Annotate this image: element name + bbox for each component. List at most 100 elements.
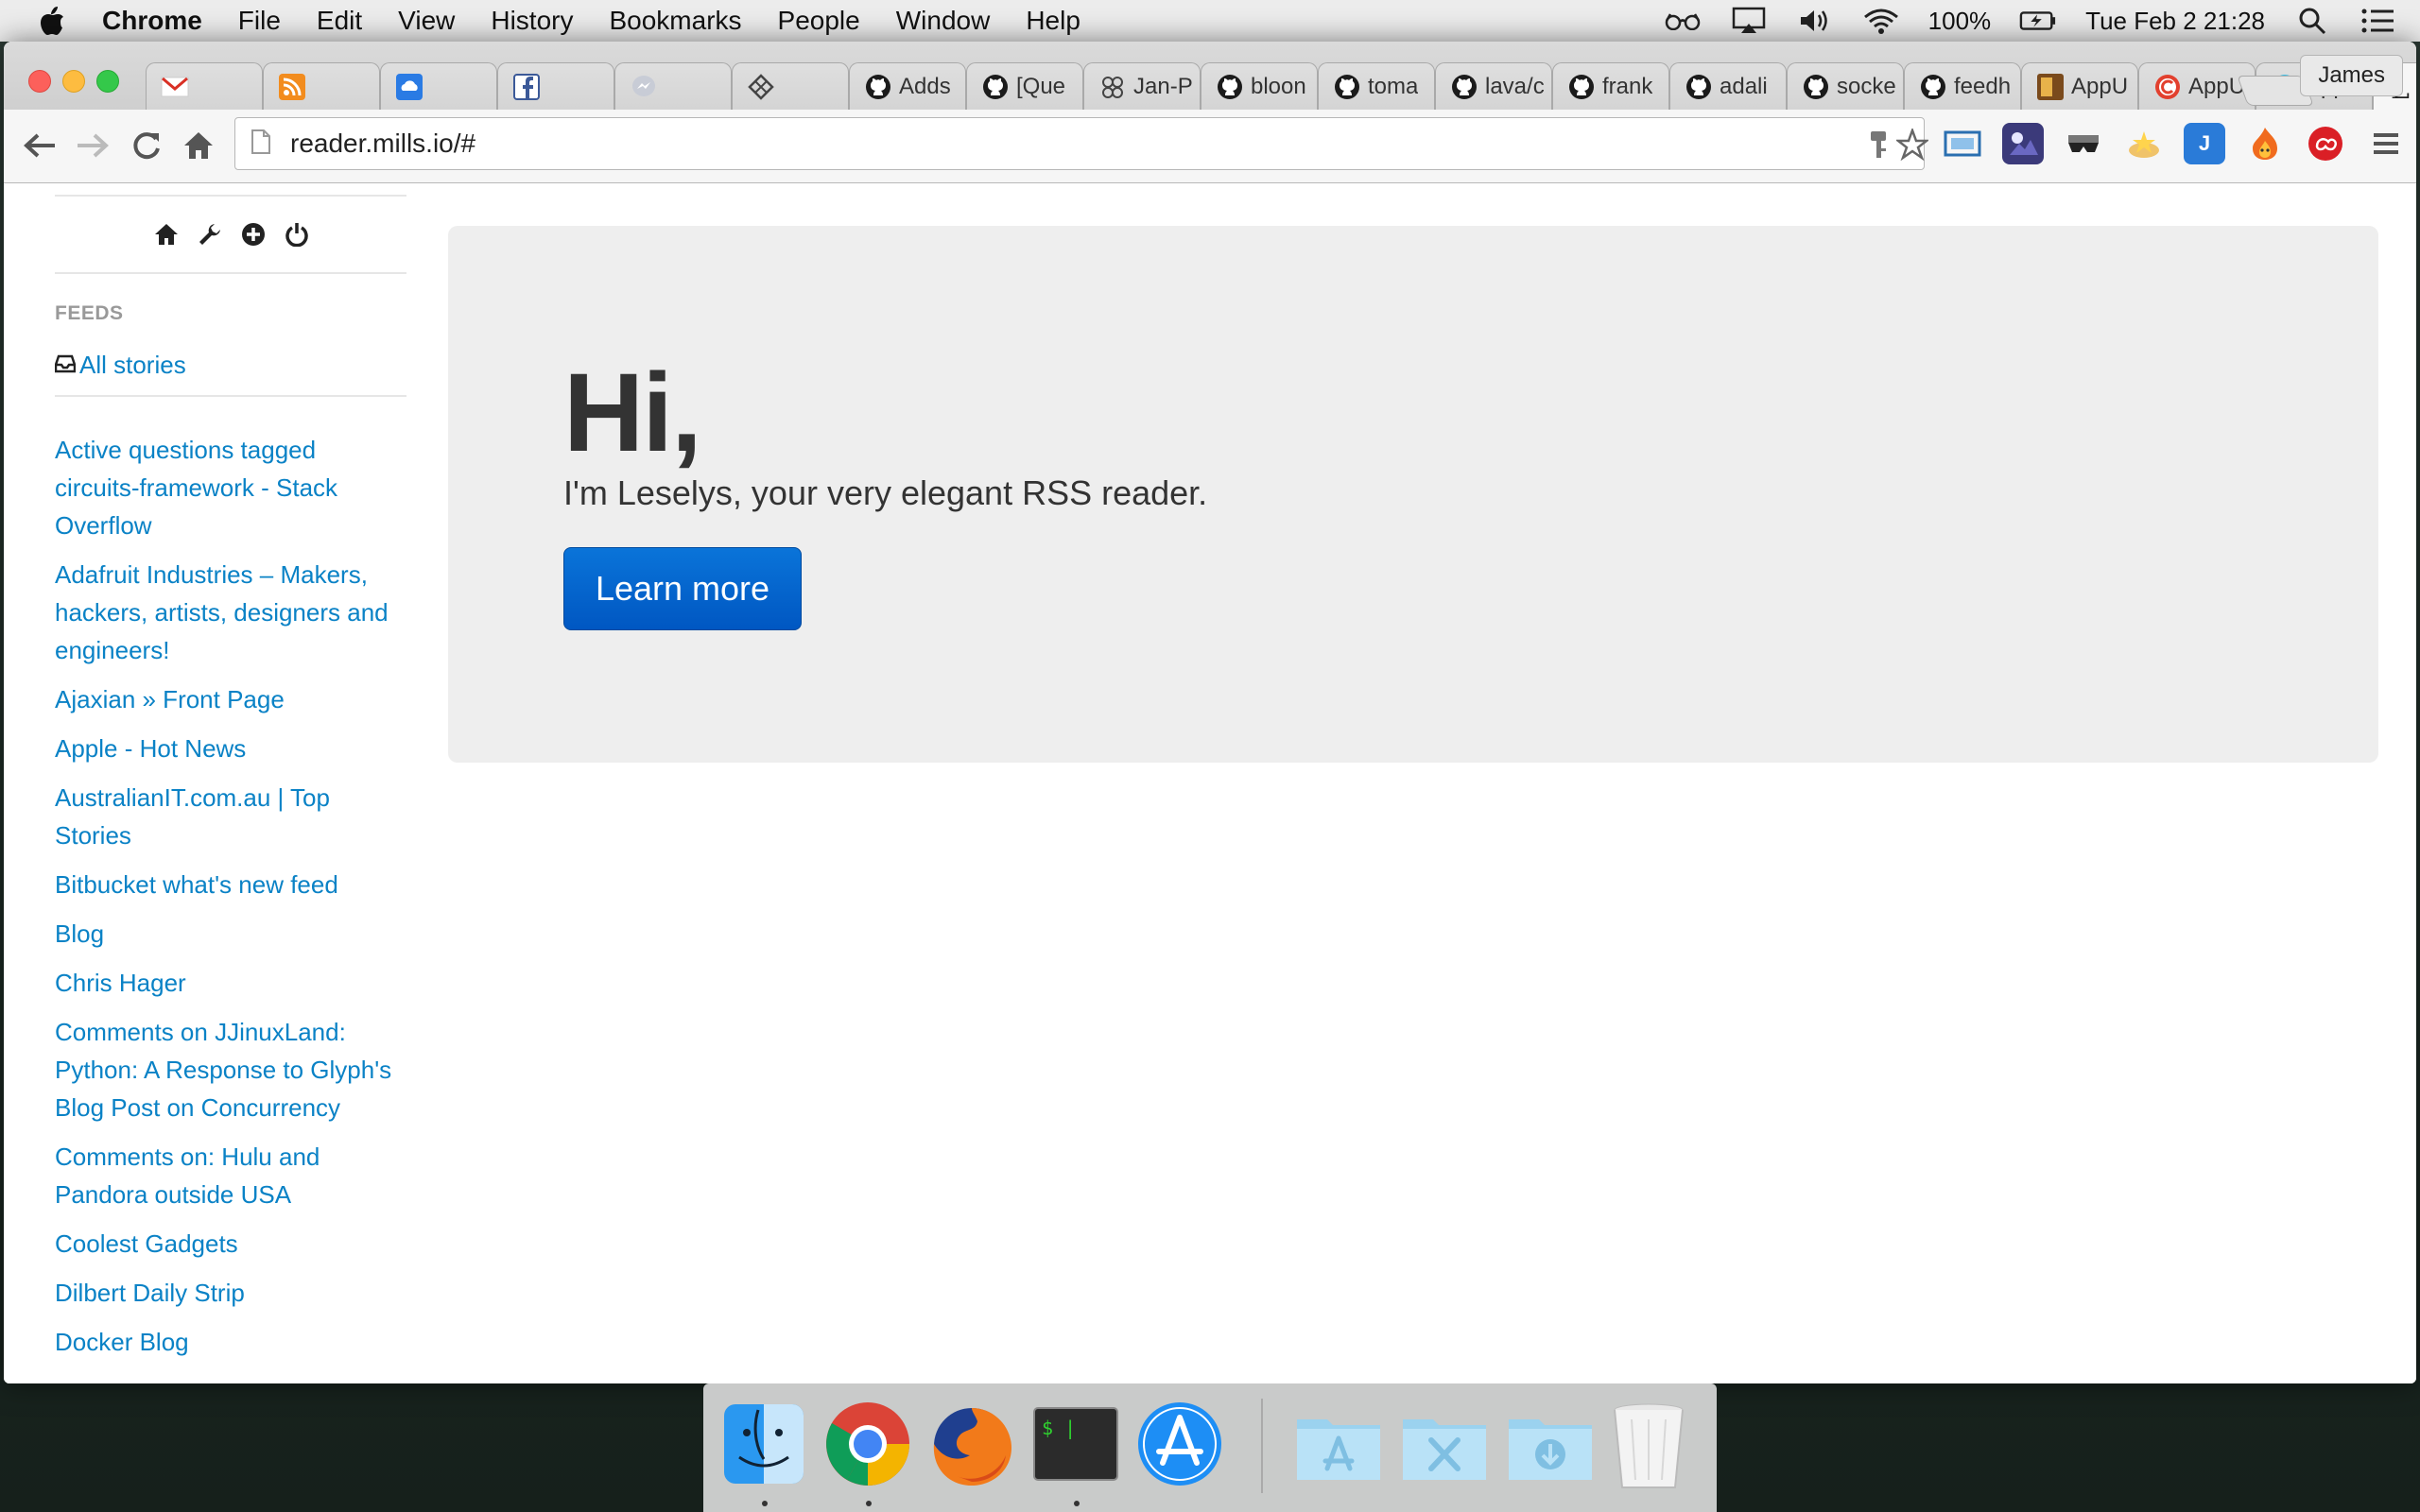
bookmarks-menu[interactable]: Bookmarks: [609, 6, 741, 36]
all-stories-link[interactable]: All stories: [55, 344, 408, 386]
screen-capture-extension-icon[interactable]: [1942, 123, 1983, 164]
feed-link[interactable]: Coolest Gadgets: [55, 1225, 406, 1263]
url-text[interactable]: reader.mills.io/#: [290, 129, 475, 159]
feed-link[interactable]: Apple - Hot News: [55, 730, 406, 767]
people-menu[interactable]: People: [778, 6, 860, 36]
tab[interactable]: AppU: [2021, 62, 2138, 110]
rss-icon: [277, 72, 307, 102]
chrome-icon[interactable]: [824, 1400, 911, 1487]
feed-link[interactable]: Chris Hager: [55, 964, 406, 1002]
tab[interactable]: toma: [1318, 62, 1435, 110]
hero-subtitle: I'm Leselys, your very elegant RSS reade…: [563, 473, 1208, 512]
address-bar[interactable]: reader.mills.io/#: [234, 117, 1928, 170]
all-stories-label[interactable]: All stories: [79, 351, 186, 380]
utilities-folder-icon[interactable]: [1399, 1400, 1486, 1487]
reload-icon[interactable]: [127, 127, 164, 164]
night-sky-extension-icon[interactable]: [2002, 123, 2044, 164]
tab[interactable]: frank: [1552, 62, 1669, 110]
tab[interactable]: [614, 62, 732, 110]
view-menu[interactable]: View: [398, 6, 455, 36]
notification-center-icon[interactable]: [2360, 7, 2397, 35]
tab[interactable]: [732, 62, 849, 110]
firefox-icon[interactable]: [928, 1400, 1015, 1487]
tab[interactable]: lava/c: [1435, 62, 1552, 110]
creative-cloud-extension-icon[interactable]: [2305, 123, 2346, 164]
starred-cloud-extension-icon[interactable]: [2123, 123, 2165, 164]
app-store-icon[interactable]: [1136, 1400, 1223, 1487]
learn-more-button[interactable]: Learn more: [563, 547, 802, 630]
wrench-icon[interactable]: [197, 221, 223, 248]
welcome-jumbotron: Hi, I'm Leselys, your very elegant RSS r…: [448, 226, 2378, 763]
key-icon[interactable]: [1861, 128, 1895, 162]
file-menu[interactable]: File: [238, 6, 281, 36]
trash-icon[interactable]: [1611, 1400, 1698, 1488]
power-icon[interactable]: [284, 221, 310, 248]
tab[interactable]: feedh: [1904, 62, 2021, 110]
zoom-window-button[interactable]: [96, 70, 119, 93]
feed-link[interactable]: Docker Blog: [55, 1323, 406, 1361]
feed-link[interactable]: Adafruit Industries – Makers, hackers, a…: [55, 556, 406, 669]
add-feed-icon[interactable]: [240, 221, 267, 248]
divider: [55, 272, 406, 274]
airplay-icon[interactable]: [1730, 7, 1768, 35]
tab[interactable]: Adds: [849, 62, 966, 110]
tab[interactable]: [Que: [966, 62, 1083, 110]
fire-extension-icon[interactable]: [2244, 123, 2286, 164]
wifi-icon[interactable]: [1862, 7, 1900, 35]
feed-link[interactable]: Dilbert Daily Strip: [55, 1274, 406, 1312]
tab[interactable]: adali: [1669, 62, 1787, 110]
home-icon[interactable]: [153, 221, 180, 248]
people-icon: [1098, 72, 1128, 102]
bookmark-star-icon[interactable]: [1895, 128, 1929, 162]
feed-link[interactable]: Ajaxian » Front Page: [55, 680, 406, 718]
applications-folder-icon[interactable]: [1293, 1400, 1380, 1487]
appu-red-icon: [2152, 72, 2183, 102]
forward-arrow-icon[interactable]: [74, 127, 112, 164]
finder-icon[interactable]: [720, 1400, 807, 1487]
tab[interactable]: [146, 62, 263, 110]
tab[interactable]: [380, 62, 497, 110]
divider: [55, 395, 406, 397]
tab[interactable]: AppU: [2138, 62, 2256, 110]
tab-title: socke: [1837, 73, 1896, 99]
chrome-menu-icon[interactable]: [2365, 123, 2407, 164]
mask-extension-icon[interactable]: [2063, 123, 2104, 164]
tab-title: toma: [1368, 73, 1419, 99]
tab[interactable]: [497, 62, 614, 110]
apple-menu-icon[interactable]: [38, 5, 66, 37]
app-menu[interactable]: Chrome: [102, 6, 202, 36]
feed-link[interactable]: Comments on: Hulu and Pandora outside US…: [55, 1138, 406, 1213]
battery-icon[interactable]: [2019, 7, 2057, 35]
tab[interactable]: Jan-P: [1083, 62, 1201, 110]
feed-link[interactable]: Blog: [55, 915, 406, 953]
downloads-folder-icon[interactable]: [1505, 1400, 1592, 1487]
tab-title: adali: [1720, 73, 1768, 99]
tab[interactable]: bloon: [1201, 62, 1318, 110]
feed-link[interactable]: Bitbucket what's new feed: [55, 866, 406, 903]
feed-link[interactable]: Active questions tagged circuits-framewo…: [55, 431, 406, 544]
help-menu[interactable]: Help: [1026, 6, 1080, 36]
running-indicator: [762, 1501, 768, 1506]
dock-separator: [1261, 1399, 1263, 1493]
tab[interactable]: socke: [1787, 62, 1904, 110]
back-arrow-icon[interactable]: [21, 127, 59, 164]
feed-link[interactable]: Comments on JJinuxLand: Python: A Respon…: [55, 1013, 406, 1126]
close-window-button[interactable]: [28, 70, 51, 93]
feed-link[interactable]: AustralianIT.com.au | Top Stories: [55, 779, 406, 854]
edit-menu[interactable]: Edit: [317, 6, 362, 36]
home-icon[interactable]: [180, 127, 217, 164]
terminal-icon[interactable]: $ |: [1032, 1400, 1119, 1487]
tab-title: bloon: [1251, 73, 1306, 99]
jsbin-extension-icon[interactable]: J: [2184, 123, 2225, 164]
volume-icon[interactable]: [1796, 7, 1834, 35]
window-menu[interactable]: Window: [896, 6, 991, 36]
history-menu[interactable]: History: [491, 6, 573, 36]
minimize-window-button[interactable]: [62, 70, 85, 93]
github-icon: [1449, 72, 1479, 102]
page-icon: [251, 129, 271, 160]
glasses-icon[interactable]: [1664, 7, 1702, 35]
spotlight-search-icon[interactable]: [2293, 7, 2331, 35]
clock[interactable]: Tue Feb 2 21:28: [2085, 7, 2265, 36]
tab[interactable]: [263, 62, 380, 110]
profile-button[interactable]: James: [2300, 55, 2403, 96]
